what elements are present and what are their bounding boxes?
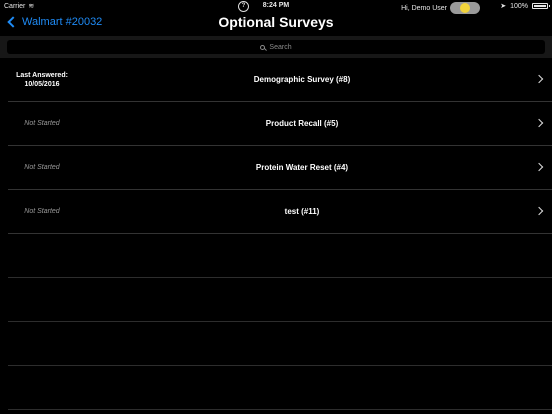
search-placeholder: Search — [269, 43, 292, 51]
chevron-right-icon — [534, 118, 544, 128]
survey-status-line1: Not Started — [24, 120, 60, 127]
navigation-bar: Walmart #20032 ? Hi, Demo User Optional … — [0, 1, 552, 36]
survey-name: Product Recall (#5) — [265, 119, 339, 128]
empty-row — [8, 366, 552, 410]
help-icon[interactable]: ? — [238, 1, 249, 12]
search-icon — [260, 44, 266, 50]
battery-percent: 100% — [510, 2, 528, 10]
survey-name: test (#11) — [284, 207, 320, 216]
search-bar: Search — [0, 36, 552, 58]
toggle-knob — [460, 3, 470, 13]
survey-row[interactable]: Not Started test (#11) — [8, 190, 552, 234]
survey-name: Demographic Survey (#8) — [253, 75, 351, 84]
survey-row[interactable]: Not Started Protein Water Reset (#4) — [8, 146, 552, 190]
user-toggle[interactable] — [450, 2, 480, 14]
page-title: Optional Surveys — [218, 14, 334, 30]
user-box: Hi, Demo User — [401, 2, 480, 14]
chevron-right-icon — [534, 206, 544, 216]
survey-status-line1: Not Started — [24, 164, 60, 171]
empty-row — [8, 322, 552, 366]
search-input[interactable]: Search — [7, 40, 545, 54]
empty-row — [8, 278, 552, 322]
survey-status: Last Answered: 10/05/2016 — [8, 58, 76, 101]
survey-status-line2: 10/05/2016 — [24, 80, 60, 88]
survey-status: Not Started — [8, 102, 76, 145]
empty-row — [8, 234, 552, 278]
survey-row[interactable]: Last Answered: 10/05/2016 Demographic Su… — [8, 58, 552, 102]
battery-icon — [532, 3, 550, 9]
battery-info: ➤ 100% — [500, 2, 550, 10]
survey-list: Last Answered: 10/05/2016 Demographic Su… — [8, 58, 552, 410]
chevron-right-icon — [534, 162, 544, 172]
survey-status: Not Started — [8, 190, 76, 233]
survey-status-line1: Last Answered: — [16, 71, 68, 79]
user-greeting: Hi, Demo User — [401, 4, 447, 12]
location-arrow-icon: ➤ — [500, 3, 507, 10]
survey-status: Not Started — [8, 146, 76, 189]
survey-status-line1: Not Started — [24, 208, 60, 215]
chevron-right-icon — [534, 74, 544, 84]
survey-row[interactable]: Not Started Product Recall (#5) — [8, 102, 552, 146]
survey-name: Protein Water Reset (#4) — [255, 163, 349, 172]
